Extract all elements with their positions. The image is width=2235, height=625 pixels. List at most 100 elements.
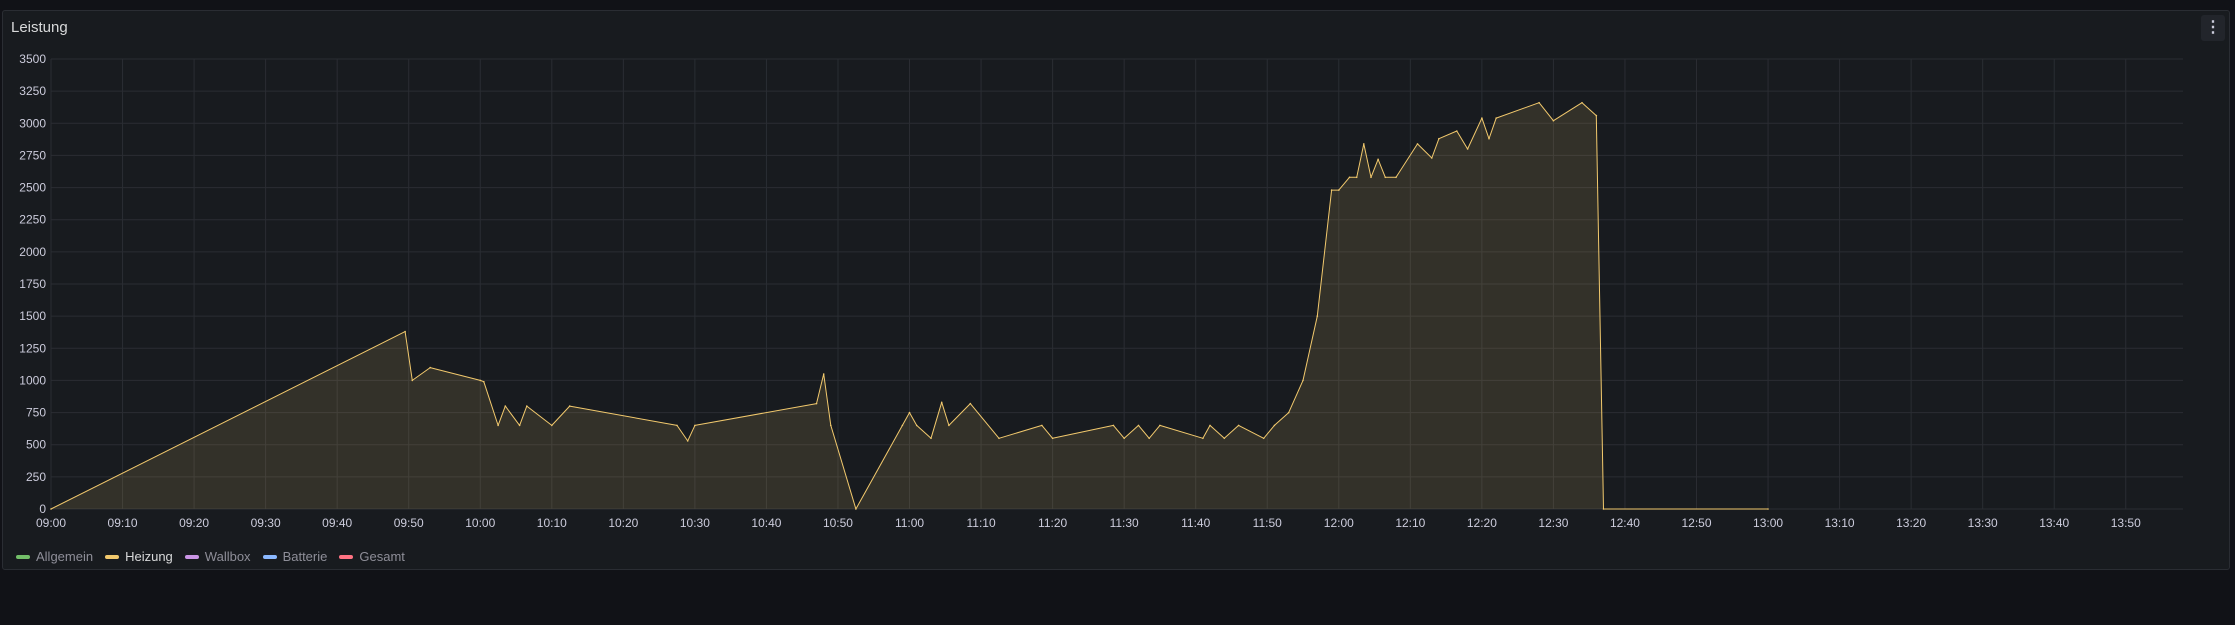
data-point	[1338, 189, 1340, 191]
x-tick-label: 13:00	[1753, 516, 1783, 530]
data-point	[676, 424, 678, 427]
data-point	[504, 405, 507, 407]
data-point	[1377, 158, 1379, 161]
y-tick-label: 750	[26, 406, 46, 420]
data-point	[1552, 119, 1555, 122]
data-point	[1273, 424, 1276, 427]
data-point	[1041, 424, 1043, 427]
data-point	[1581, 101, 1583, 104]
data-point	[1287, 411, 1290, 414]
data-point	[526, 405, 528, 407]
legend-item-allgemein[interactable]: Allgemein	[16, 549, 93, 564]
data-point	[1123, 437, 1125, 440]
data-point	[830, 424, 832, 427]
data-point	[1767, 508, 1769, 510]
data-point	[1395, 176, 1397, 179]
data-point	[479, 379, 482, 382]
x-tick-label: 09:50	[394, 516, 424, 530]
data-point	[930, 437, 932, 440]
data-point	[940, 401, 943, 404]
data-point	[1466, 148, 1469, 150]
y-tick-label: 3000	[19, 116, 46, 130]
data-point	[1456, 130, 1458, 132]
y-tick-label: 0	[39, 502, 46, 516]
legend-item-gesamt[interactable]: Gesamt	[339, 549, 405, 564]
data-point	[497, 424, 499, 427]
legend-swatch	[262, 554, 277, 559]
x-tick-label: 11:30	[1110, 516, 1139, 530]
data-point	[1538, 101, 1540, 104]
legend-item-wallbox[interactable]: Wallbox	[184, 549, 251, 564]
data-point	[1384, 176, 1387, 179]
data-point	[998, 437, 1000, 440]
x-tick-label: 13:10	[1825, 516, 1855, 530]
data-point	[1431, 157, 1433, 159]
data-point	[518, 424, 521, 427]
data-point	[483, 380, 485, 383]
y-tick-label: 1500	[19, 309, 46, 323]
data-point	[551, 424, 553, 427]
data-point	[1348, 176, 1351, 179]
y-tick-label: 2500	[19, 181, 46, 195]
data-point	[901, 424, 904, 427]
legend-label: Wallbox	[204, 549, 251, 564]
x-tick-label: 13:50	[2111, 516, 2141, 530]
data-point	[1488, 137, 1490, 140]
x-tick-label: 11:20	[1038, 516, 1067, 530]
data-point	[1363, 143, 1365, 145]
data-point	[815, 402, 818, 405]
x-tick-label: 13:20	[1896, 516, 1926, 530]
y-tick-label: 2250	[19, 213, 46, 227]
x-tick-label: 10:20	[608, 516, 638, 530]
legend-label: Heizung	[125, 549, 173, 564]
data-point	[1223, 437, 1226, 440]
legend-swatch	[16, 554, 30, 559]
data-point	[1148, 437, 1150, 440]
x-tick-label: 10:30	[680, 516, 710, 530]
data-point	[855, 508, 857, 510]
y-tick-label: 1750	[19, 277, 46, 291]
data-point	[1330, 189, 1333, 191]
chart: 0 250 500 750 1000 1250 1500 1750 2000 2250 2500 27…	[19, 52, 2183, 530]
data-point	[1237, 424, 1240, 427]
data-point	[1209, 424, 1211, 427]
data-point	[1355, 176, 1358, 179]
y-tick-label: 3500	[19, 52, 46, 66]
data-point	[686, 440, 689, 442]
y-tick-label: 1000	[19, 373, 46, 387]
legend-swatch	[105, 554, 120, 559]
data-point	[1481, 117, 1483, 119]
y-tick-label: 250	[26, 470, 46, 484]
legend-item-heizung[interactable]: Heizung	[105, 549, 173, 564]
x-tick-label: 10:10	[537, 516, 567, 530]
x-tick-label: 12:20	[1467, 516, 1497, 530]
legend-swatch	[184, 554, 199, 559]
x-tick-label: 09:30	[251, 516, 281, 530]
data-point	[1602, 508, 1605, 510]
data-point	[1316, 315, 1319, 317]
x-tick-label: 12:30	[1538, 516, 1568, 530]
data-point	[1438, 137, 1440, 140]
data-point	[948, 424, 950, 427]
data-point	[568, 405, 571, 407]
data-point	[1302, 379, 1304, 382]
legend-item-batterie[interactable]: Batterie	[262, 549, 327, 564]
data-point	[1416, 143, 1419, 145]
x-tick-label: 09:10	[108, 516, 138, 530]
x-tick-label: 11:10	[966, 516, 995, 530]
x-tick-label: 11:00	[895, 516, 924, 530]
x-tick-label: 11:50	[1253, 516, 1282, 530]
data-point	[1051, 437, 1054, 440]
x-tick-label: 13:30	[1968, 516, 1998, 530]
data-point	[1595, 114, 1598, 117]
data-point	[915, 424, 918, 427]
data-point	[1137, 424, 1140, 427]
data-point	[1495, 117, 1497, 119]
legend-swatch	[339, 554, 354, 559]
legend-label: Allgemein	[36, 549, 94, 564]
y-tick-label: 500	[26, 438, 46, 452]
data-point	[411, 379, 414, 382]
x-tick-label: 10:50	[823, 516, 853, 530]
x-tick-label: 12:10	[1395, 516, 1425, 530]
x-tick-label: 12:40	[1610, 516, 1640, 530]
